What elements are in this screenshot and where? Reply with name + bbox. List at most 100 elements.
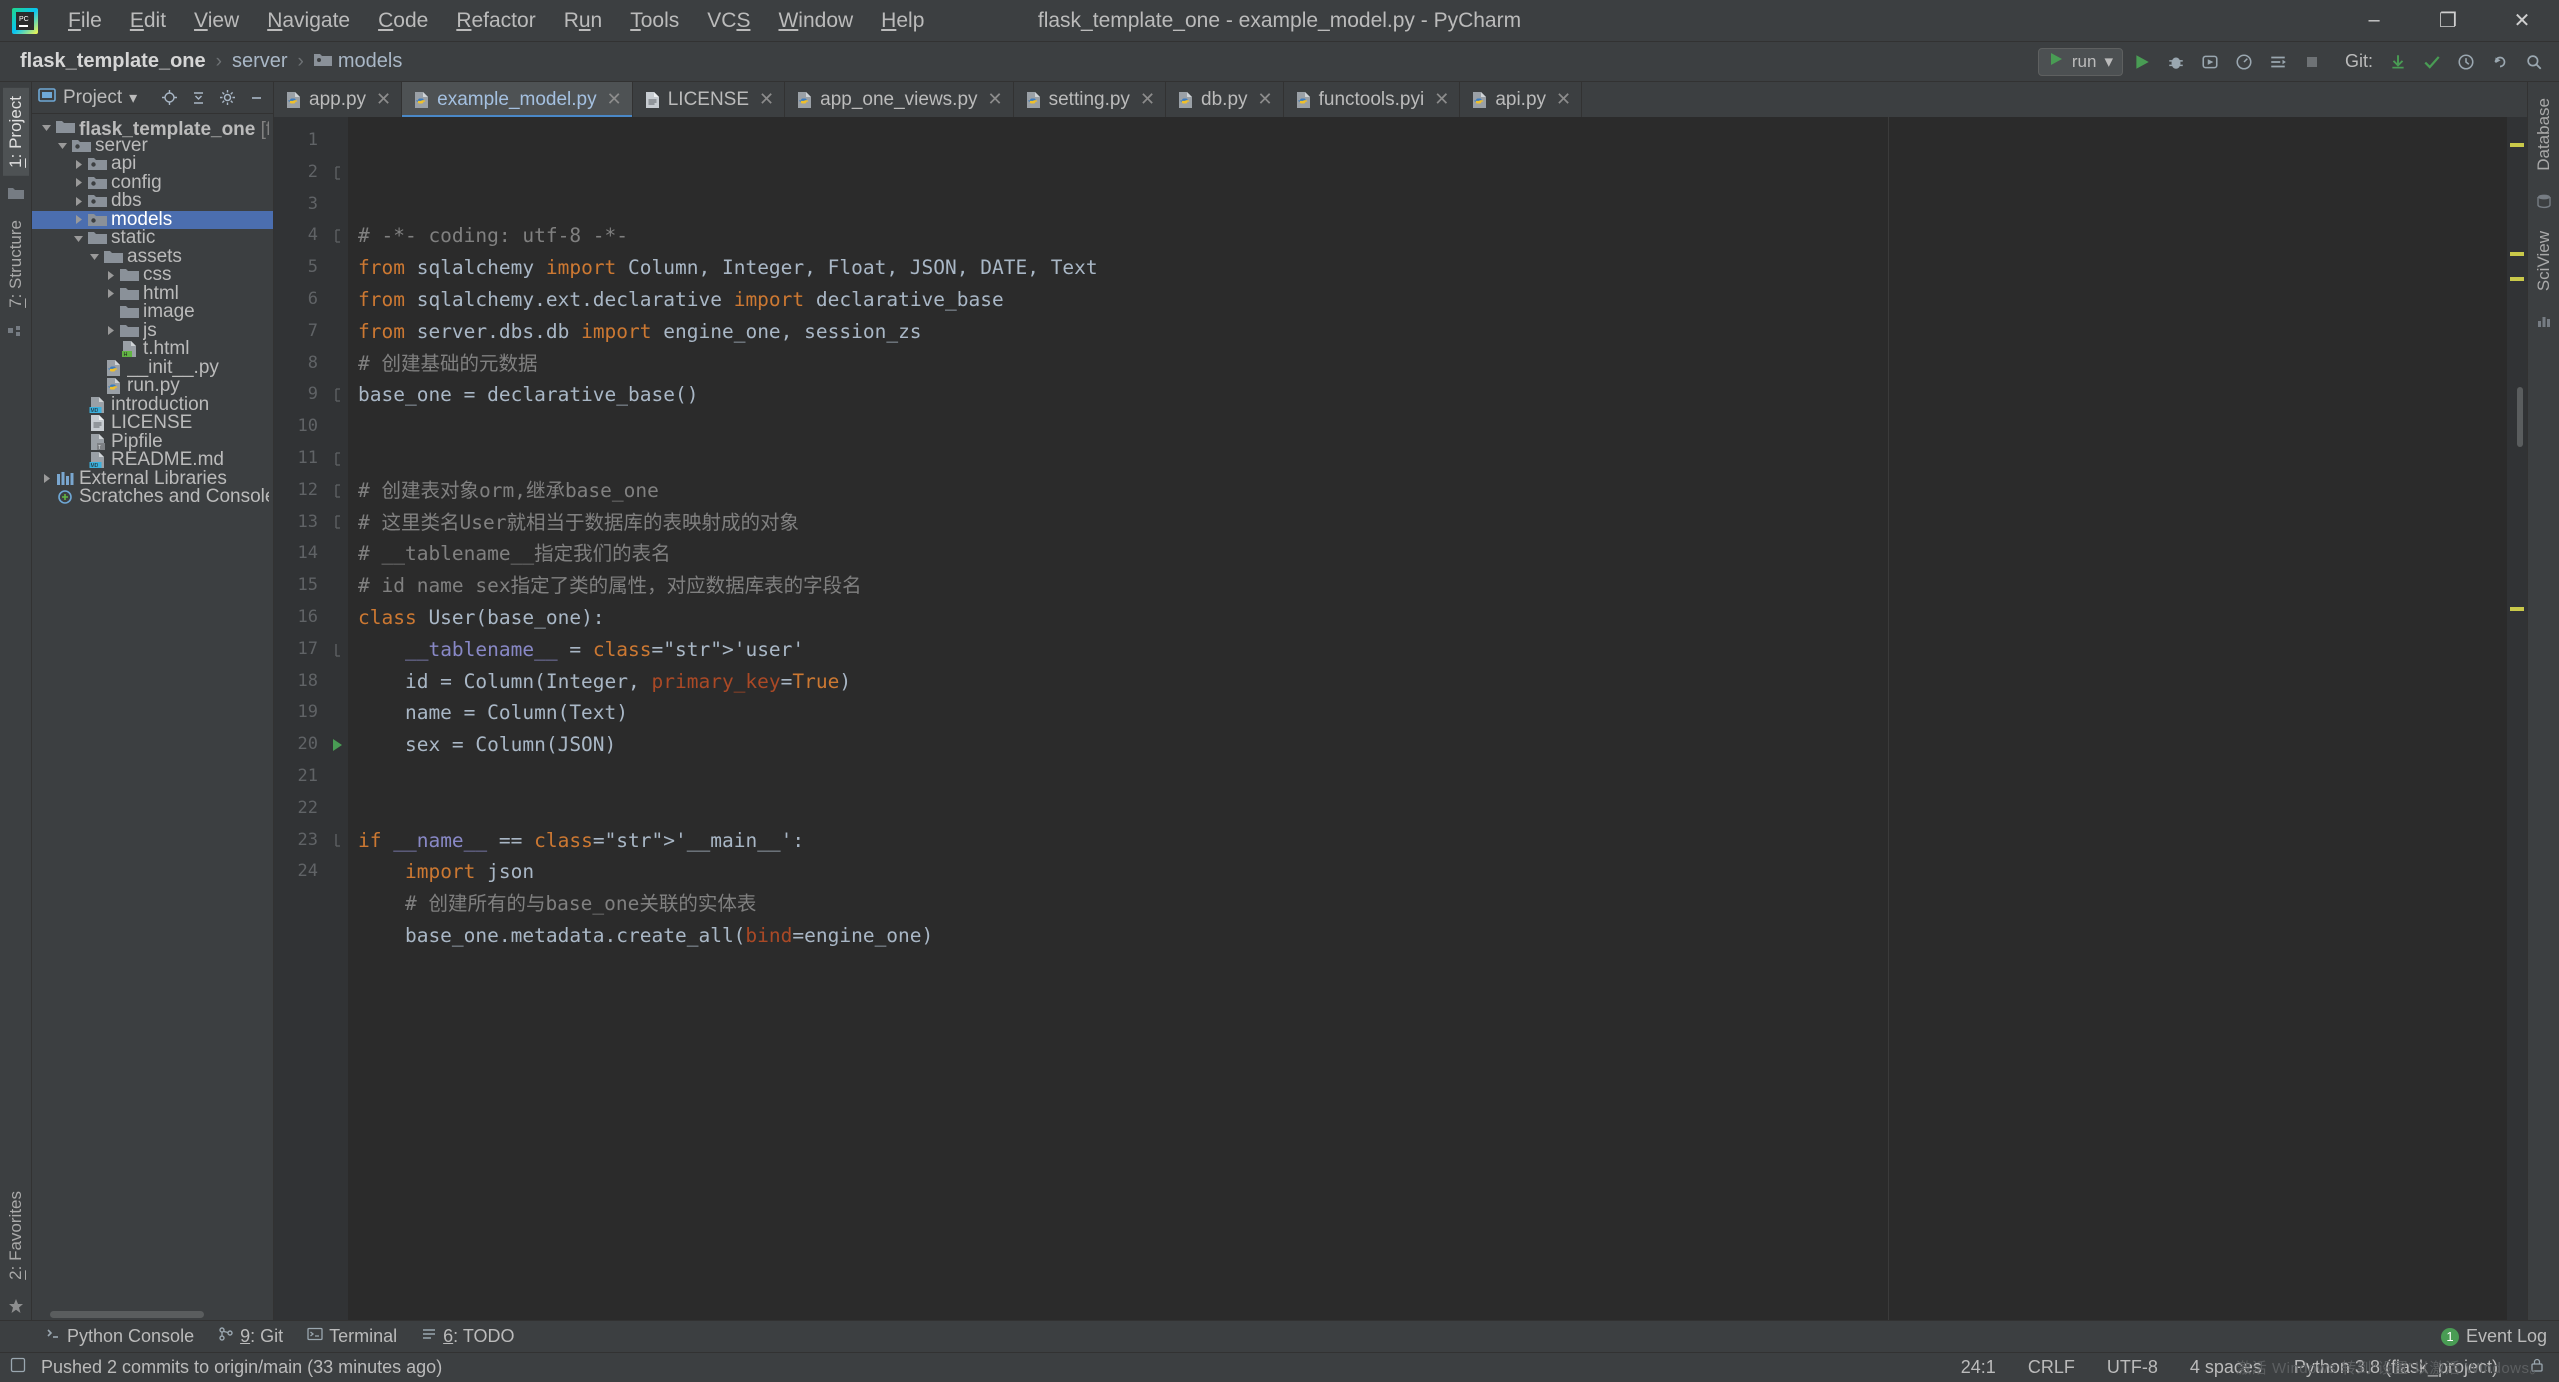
- fold-region-start-icon[interactable]: [326, 379, 348, 411]
- tool-window-structure[interactable]: 7: Structure: [3, 212, 29, 316]
- run-button[interactable]: [2127, 47, 2157, 77]
- warning-marker[interactable]: [2510, 143, 2524, 147]
- warning-marker[interactable]: [2510, 607, 2524, 611]
- editor-tab-example-model-py[interactable]: example_model.py ✕: [402, 82, 633, 117]
- tree-item-external-libraries[interactable]: External Libraries: [32, 468, 273, 489]
- tree-item-api[interactable]: api: [32, 153, 273, 174]
- tree-item-models[interactable]: models: [32, 209, 273, 230]
- status-message[interactable]: Pushed 2 commits to origin/main (33 minu…: [36, 1355, 447, 1380]
- error-stripe-marker-bar[interactable]: [2507, 117, 2527, 1320]
- menu-run[interactable]: Run: [550, 5, 617, 37]
- tool-window-sciview[interactable]: SciView: [2531, 223, 2557, 299]
- tree-item-config[interactable]: config: [32, 172, 273, 193]
- editor-tab-api-py[interactable]: api.py ✕: [1460, 82, 1583, 117]
- close-icon[interactable]: ✕: [1140, 89, 1155, 110]
- tree-item-assets[interactable]: assets: [32, 246, 273, 267]
- menu-code[interactable]: Code: [364, 5, 442, 37]
- fold-region-start-icon[interactable]: [326, 220, 348, 252]
- tree-item-html[interactable]: html: [32, 283, 273, 304]
- tree-item-js[interactable]: js: [32, 320, 273, 341]
- fold-region-end-icon[interactable]: [326, 634, 348, 666]
- tool-window-project[interactable]: 1: Project: [2, 88, 29, 176]
- tree-item-init-py[interactable]: __init__.py: [32, 357, 273, 378]
- menu-file[interactable]: File: [54, 5, 116, 37]
- breadcrumb-item-models[interactable]: models: [308, 48, 408, 75]
- collapse-all-button[interactable]: [187, 87, 209, 109]
- chevron-right-icon[interactable]: [70, 159, 87, 170]
- tool-window-todo[interactable]: 6: TODO: [412, 1323, 523, 1350]
- editor-tab-functools-pyi[interactable]: functools.pyi ✕: [1283, 82, 1461, 117]
- warning-marker[interactable]: [2510, 252, 2524, 256]
- tree-item-run-py[interactable]: run.py: [32, 375, 273, 396]
- code-content[interactable]: # -*- coding: utf-8 -*- from sqlalchemy i…: [348, 117, 2507, 1320]
- fold-region-end-icon[interactable]: [326, 825, 348, 857]
- debug-button[interactable]: [2161, 47, 2191, 77]
- line-separator[interactable]: CRLF: [2023, 1355, 2080, 1380]
- python-interpreter[interactable]: Python 3.8 (flask_project): [2289, 1355, 2503, 1380]
- close-icon[interactable]: ✕: [759, 89, 774, 110]
- close-icon[interactable]: ✕: [1434, 89, 1449, 110]
- project-horizontal-scrollbar[interactable]: [32, 1308, 273, 1320]
- project-tree[interactable]: flask_template_one [flask_project] E:\我 s…: [32, 114, 273, 1308]
- breadcrumb-item-server[interactable]: server: [226, 48, 294, 75]
- fold-region-start-icon[interactable]: [326, 475, 348, 507]
- stop-button[interactable]: [2297, 47, 2327, 77]
- attach-button[interactable]: [2263, 47, 2293, 77]
- editor-tab-db-py[interactable]: db.py ✕: [1166, 82, 1284, 117]
- editor-vertical-scrollbar[interactable]: [2517, 387, 2523, 447]
- maximize-button[interactable]: ❐: [2411, 0, 2485, 42]
- minimize-button[interactable]: –: [2337, 0, 2411, 42]
- run-gutter-icon[interactable]: [326, 729, 348, 761]
- chevron-down-icon[interactable]: [38, 122, 55, 133]
- editor-tab-setting-py[interactable]: setting.py ✕: [1013, 82, 1167, 117]
- chevron-right-icon[interactable]: [70, 214, 87, 225]
- tool-window-database[interactable]: Database: [2531, 90, 2557, 179]
- chevron-right-icon[interactable]: [70, 196, 87, 207]
- tree-item-scratches-and-consoles[interactable]: Scratches and Consoles: [32, 486, 273, 507]
- gear-icon[interactable]: [216, 87, 238, 109]
- chevron-right-icon[interactable]: [70, 177, 87, 188]
- menu-vcs[interactable]: VCS: [693, 5, 764, 37]
- locate-button[interactable]: [158, 87, 180, 109]
- close-icon[interactable]: ✕: [376, 89, 391, 110]
- fold-region-start-icon[interactable]: [326, 443, 348, 475]
- menu-tools[interactable]: Tools: [616, 5, 693, 37]
- hide-button[interactable]: [245, 87, 267, 109]
- project-chevron-down-icon[interactable]: ▾: [129, 88, 137, 108]
- menu-window[interactable]: Window: [764, 5, 867, 37]
- profile-button[interactable]: [2229, 47, 2259, 77]
- tree-item-pipfile[interactable]: T Pipfile: [32, 431, 273, 452]
- editor-tab-app-one-views-py[interactable]: app_one_views.py ✕: [785, 82, 1014, 117]
- tool-window-favorites[interactable]: 2: Favorites: [3, 1183, 29, 1288]
- breadcrumb-item-project[interactable]: flask_template_one: [14, 48, 212, 75]
- rollback-button[interactable]: [2485, 47, 2515, 77]
- tree-item-introduction[interactable]: MD introduction: [32, 394, 273, 415]
- tree-item-dbs[interactable]: dbs: [32, 190, 273, 211]
- close-icon[interactable]: ✕: [1556, 89, 1571, 110]
- menu-refactor[interactable]: Refactor: [442, 5, 549, 37]
- menu-edit[interactable]: Edit: [116, 5, 180, 37]
- chevron-down-icon[interactable]: [54, 140, 71, 151]
- indent-setting[interactable]: 4 spaces: [2185, 1355, 2267, 1380]
- code-folding-gutter[interactable]: [326, 117, 348, 1320]
- tree-item-static[interactable]: static: [32, 227, 273, 248]
- run-configuration-selector[interactable]: run ▾: [2037, 47, 2123, 76]
- commit-button[interactable]: [2417, 47, 2447, 77]
- tree-item-readme-md[interactable]: MD README.md: [32, 449, 273, 470]
- tree-item-flask-template-one[interactable]: flask_template_one [flask_project] E:\我: [32, 118, 273, 140]
- search-everywhere-button[interactable]: [2519, 47, 2549, 77]
- close-button[interactable]: ✕: [2485, 0, 2559, 42]
- chevron-right-icon[interactable]: [102, 325, 119, 336]
- chevron-right-icon[interactable]: [102, 270, 119, 281]
- tool-window-terminal[interactable]: Terminal: [298, 1323, 406, 1350]
- history-button[interactable]: [2451, 47, 2481, 77]
- run-with-coverage-button[interactable]: [2195, 47, 2225, 77]
- editor-tab-app-py[interactable]: app.py ✕: [274, 82, 403, 117]
- event-log-button[interactable]: 1 Event Log: [2440, 1326, 2547, 1347]
- caret-position[interactable]: 24:1: [1956, 1355, 2001, 1380]
- tree-item-license[interactable]: LICENSE: [32, 412, 273, 433]
- chevron-right-icon[interactable]: [102, 288, 119, 299]
- menu-view[interactable]: View: [180, 5, 253, 37]
- lock-icon[interactable]: [2525, 1355, 2549, 1380]
- tree-item-t-html[interactable]: Ht.html: [32, 338, 273, 359]
